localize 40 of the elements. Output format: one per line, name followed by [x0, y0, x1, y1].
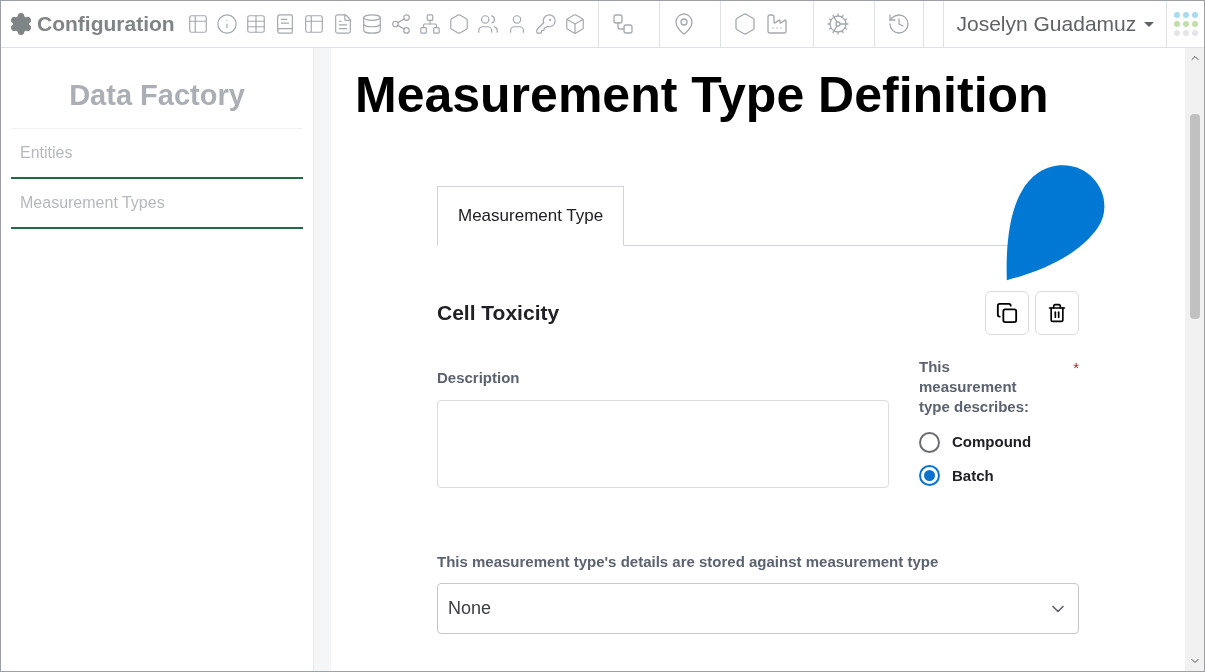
- required-mark: *: [1073, 358, 1079, 378]
- radio-option[interactable]: Batch: [919, 464, 1079, 487]
- stored-against-select[interactable]: None: [437, 583, 1079, 634]
- layout-icon[interactable]: [186, 13, 209, 35]
- user-menu[interactable]: Joselyn Guadamuz: [943, 1, 1167, 47]
- hexagon-icon[interactable]: [447, 13, 470, 35]
- info-icon[interactable]: [215, 13, 238, 35]
- share-icon[interactable]: [389, 13, 412, 35]
- copy-button[interactable]: [985, 291, 1029, 335]
- network-icon[interactable]: [418, 13, 441, 35]
- factory-icon[interactable]: [764, 12, 789, 36]
- history-icon[interactable]: [886, 12, 911, 36]
- cube-icon[interactable]: [563, 13, 586, 35]
- hexagon-icon[interactable]: [732, 12, 757, 36]
- page-title: Measurement Type Definition: [355, 70, 1050, 120]
- table-icon[interactable]: [244, 13, 267, 35]
- field-label: Description: [437, 368, 521, 388]
- workflow-icon[interactable]: [610, 12, 635, 36]
- scrollbar-thumb[interactable]: [1189, 114, 1200, 319]
- settings-icon: [9, 12, 33, 36]
- sidebar-title: Data Factory: [11, 48, 303, 129]
- delete-button[interactable]: [1035, 291, 1079, 335]
- caret-icon: [1144, 21, 1155, 27]
- radio-button[interactable]: [919, 431, 940, 453]
- tab[interactable]: Measurement Type: [437, 186, 625, 246]
- field-label: This measurement type describes:: [919, 357, 1031, 417]
- record-name: Cell Toxicity: [437, 300, 560, 327]
- users-icon[interactable]: [476, 13, 499, 35]
- app-title: Configuration: [37, 11, 175, 38]
- trash-icon: [1047, 303, 1067, 323]
- grid-icon[interactable]: [302, 13, 325, 35]
- field-label: This measurement type's details are stored against measurement type: [437, 551, 940, 572]
- radio-button[interactable]: [919, 465, 940, 487]
- key-icon[interactable]: [534, 13, 557, 35]
- description-field[interactable]: [437, 399, 889, 488]
- radio-option[interactable]: Compound: [919, 431, 1079, 454]
- scrollbar[interactable]: [1185, 48, 1204, 671]
- database-icon[interactable]: [360, 13, 383, 35]
- copy-icon: [996, 302, 1018, 324]
- gears-icon[interactable]: [825, 12, 850, 36]
